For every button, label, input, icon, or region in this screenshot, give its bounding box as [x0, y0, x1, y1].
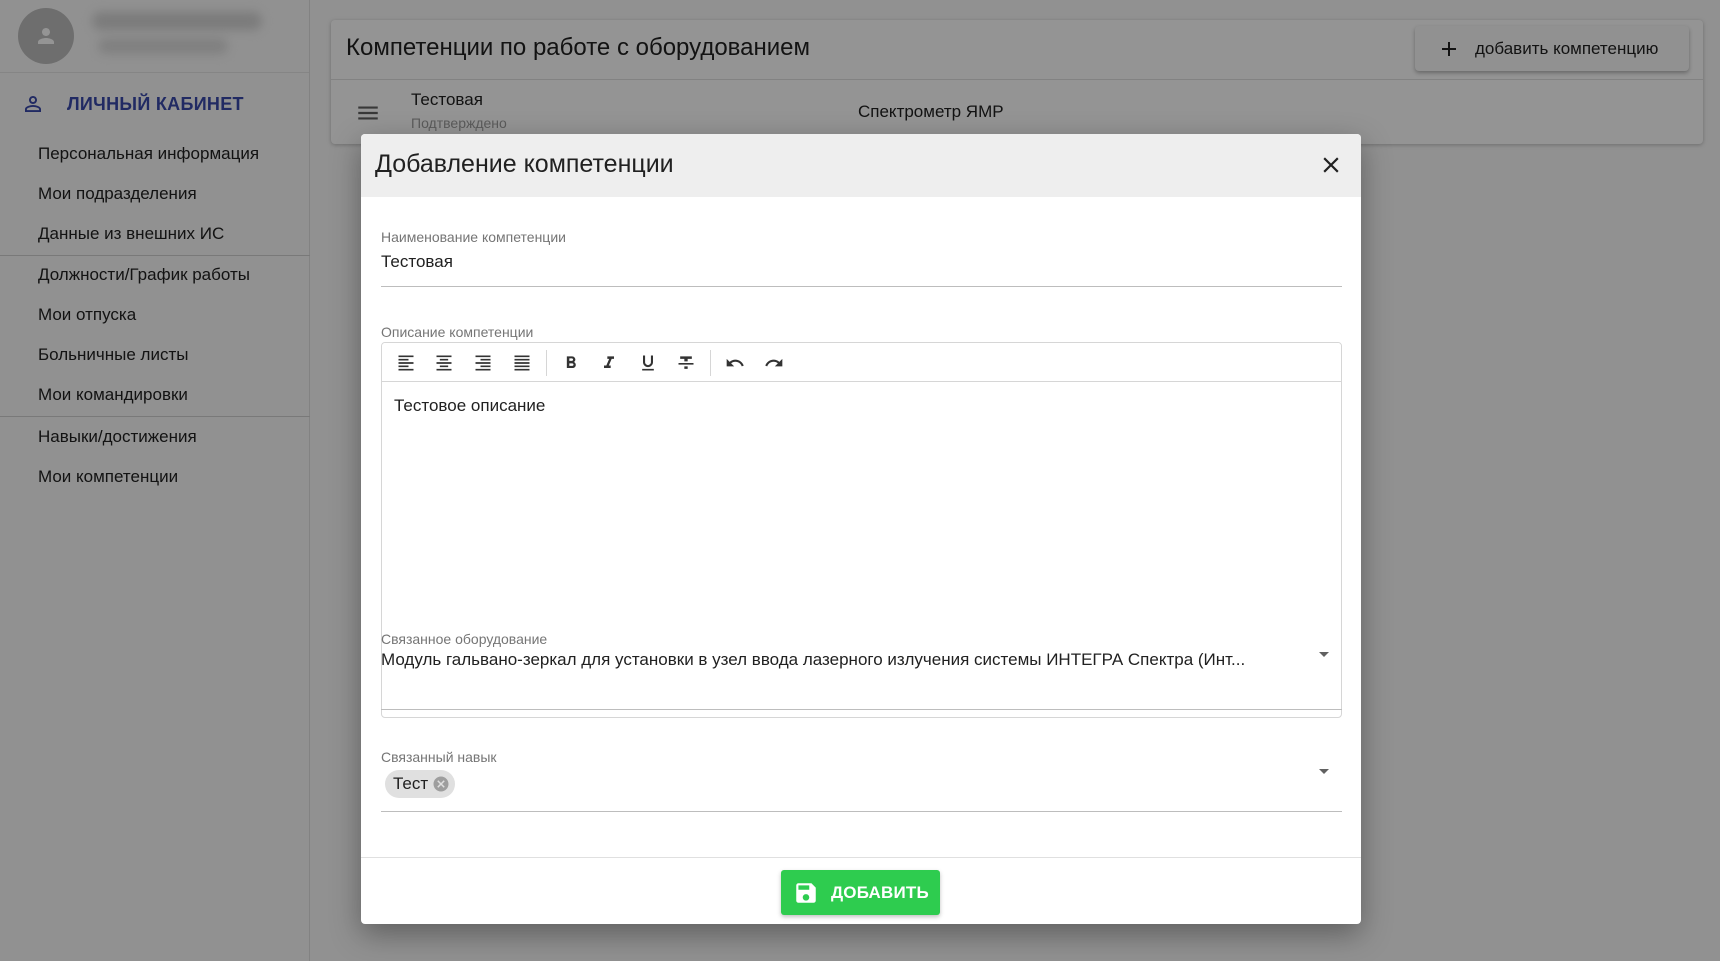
chevron-down-icon[interactable] [1312, 759, 1336, 783]
undo-icon [726, 358, 744, 367]
align-center-button[interactable] [430, 349, 458, 377]
align-left-button[interactable] [392, 349, 420, 377]
competency-description-label: Описание компетенции [381, 324, 534, 340]
add-button-label: ДОБАВИТЬ [831, 882, 929, 902]
dialog-header: Добавление компетенции [361, 134, 1361, 197]
skill-chip[interactable]: Тест [385, 770, 456, 798]
editor-content[interactable]: Тестовое описание [394, 396, 545, 416]
add-competency-dialog: Добавление компетенции Наименование комп… [361, 134, 1361, 924]
italic-button[interactable] [595, 349, 623, 377]
close-button[interactable] [1317, 151, 1345, 179]
bold-button[interactable] [557, 349, 585, 377]
save-icon [793, 880, 819, 906]
strikethrough-icon [678, 356, 694, 369]
undo-button[interactable] [721, 349, 749, 377]
strikethrough-button[interactable] [672, 349, 700, 377]
redo-icon [765, 358, 783, 367]
field-underline [381, 709, 1342, 710]
align-center-icon [436, 355, 452, 371]
skill-label: Связанный навык [381, 749, 497, 765]
toolbar-divider [710, 350, 711, 376]
field-underline [381, 286, 1342, 287]
competency-name-label: Наименование компетенции [381, 229, 566, 245]
equipment-label: Связанное оборудование [381, 631, 548, 647]
editor-toolbar [382, 343, 1341, 382]
bold-icon [566, 356, 576, 368]
align-justify-button[interactable] [508, 349, 536, 377]
close-icon [1323, 157, 1339, 173]
skill-chip-label: Тест [393, 774, 429, 793]
dialog-footer: ДОБАВИТЬ [361, 857, 1361, 924]
redo-button[interactable] [760, 349, 788, 377]
italic-icon [604, 356, 614, 368]
align-right-button[interactable] [469, 349, 497, 377]
competency-name-input[interactable]: Тестовая [381, 252, 1321, 272]
toolbar-divider [546, 350, 547, 376]
chevron-down-icon[interactable] [1312, 642, 1336, 666]
align-right-icon [475, 355, 491, 371]
dialog-title: Добавление компетенции [375, 150, 674, 178]
underline-icon [642, 355, 654, 371]
field-underline [381, 811, 1342, 812]
align-justify-icon [514, 355, 530, 371]
align-left-icon [398, 355, 414, 371]
add-button[interactable]: ДОБАВИТЬ [781, 870, 940, 915]
equipment-select[interactable]: Модуль гальвано-зеркал для установки в у… [381, 650, 1301, 670]
remove-chip-icon[interactable] [432, 775, 450, 793]
underline-button[interactable] [634, 349, 662, 377]
